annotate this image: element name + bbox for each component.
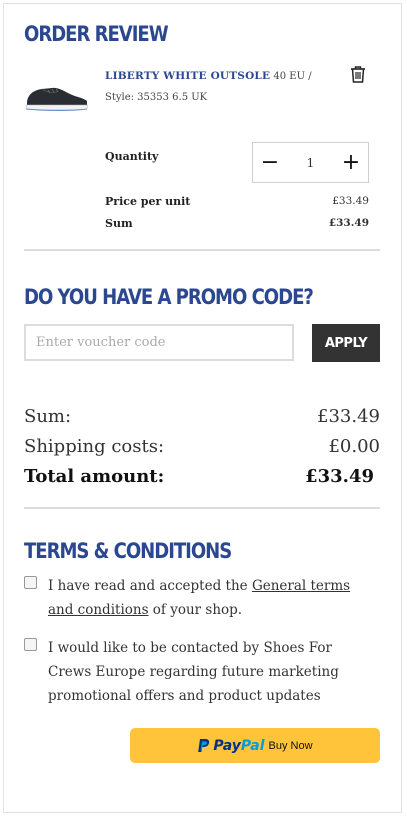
shipping-value: £0.00 xyxy=(328,436,380,457)
quantity-increase-button[interactable]: + xyxy=(334,143,368,182)
item-sum-label: Sum xyxy=(105,217,133,230)
terms-text-prefix: I have read and accepted the xyxy=(48,578,252,594)
terms-text: I have read and accepted the General ter… xyxy=(48,574,378,622)
product-image[interactable] xyxy=(24,78,90,114)
terms-heading: TERMS & CONDITIONS xyxy=(24,539,232,563)
terms-checkbox-row: I have read and accepted the General ter… xyxy=(24,574,374,624)
total-label: Total amount: xyxy=(24,466,165,487)
total-value: £33.49 xyxy=(305,466,374,487)
divider xyxy=(24,507,380,509)
marketing-checkbox-row: I would like to be contacted by Shoes Fo… xyxy=(24,636,374,710)
paypal-brand-pal: Pal xyxy=(240,737,265,754)
price-per-unit-value: £33.49 xyxy=(332,195,369,207)
product-title: LIBERTY WHITE OUTSOLE 40 EU / Style: 353… xyxy=(105,66,335,108)
shipping-label: Shipping costs: xyxy=(24,436,165,457)
order-review-heading: ORDER REVIEW xyxy=(24,22,169,46)
paypal-buy-now-label: Buy Now xyxy=(268,739,313,752)
marketing-checkbox[interactable] xyxy=(24,638,37,651)
paypal-brand-pay: Pay xyxy=(213,737,241,754)
divider xyxy=(24,249,380,251)
terms-text-suffix: of your shop. xyxy=(148,602,243,618)
paypal-buy-now-button[interactable]: Pay Pal Buy Now xyxy=(130,728,380,763)
price-per-unit-label: Price per unit xyxy=(105,195,191,208)
promo-heading: DO YOU HAVE A PROMO CODE? xyxy=(24,285,314,309)
paypal-logo-icon xyxy=(198,739,210,752)
voucher-input[interactable] xyxy=(24,324,294,361)
trash-icon[interactable] xyxy=(348,64,368,84)
product-name-link[interactable]: LIBERTY WHITE OUTSOLE xyxy=(105,70,270,82)
quantity-decrease-button[interactable]: − xyxy=(253,143,287,182)
sum-label: Sum: xyxy=(24,406,72,427)
apply-button[interactable]: APPLY xyxy=(312,324,380,362)
quantity-label: Quantity xyxy=(105,150,159,163)
item-sum-value: £33.49 xyxy=(328,217,369,229)
sum-value: £33.49 xyxy=(317,406,380,427)
quantity-stepper: − 1 + xyxy=(252,142,369,183)
marketing-text: I would like to be contacted by Shoes Fo… xyxy=(48,640,339,704)
terms-checkbox[interactable] xyxy=(24,576,37,589)
quantity-value[interactable]: 1 xyxy=(307,156,315,170)
